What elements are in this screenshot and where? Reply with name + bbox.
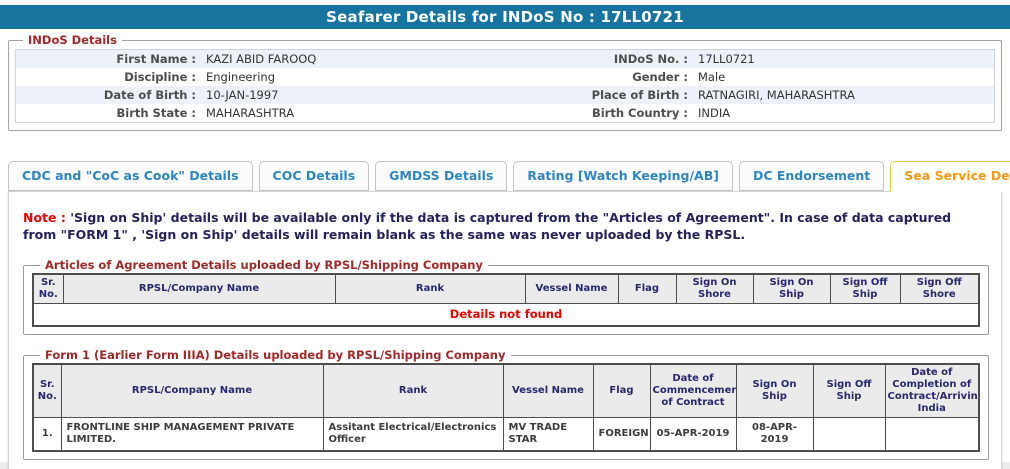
tab-content-panel: Note : 'Sign on Ship' details will be av… bbox=[8, 191, 1002, 469]
column-header-rank: Rank bbox=[335, 274, 525, 304]
column-header-sign-off-ship: Sign Off Ship bbox=[830, 274, 900, 304]
date-of-birth-label: Date of Birth : bbox=[16, 86, 196, 104]
indos-details-box: First Name : KAZI ABID FAROOQ INDoS No. … bbox=[15, 49, 995, 123]
birth-state-value: MAHARASHTRA bbox=[196, 104, 502, 122]
birth-country-label: Birth Country : bbox=[502, 104, 688, 122]
column-header-sign-off-shore: Sign Off Shore bbox=[900, 274, 979, 304]
form1-section: Form 1 (Earlier Form IIIA) Details uploa… bbox=[23, 348, 989, 460]
articles-of-agreement-legend: Articles of Agreement Details uploaded b… bbox=[40, 258, 488, 272]
column-header-vessel: Vessel Name bbox=[525, 274, 618, 304]
first-name-label: First Name : bbox=[16, 50, 196, 68]
note-prefix: Note : bbox=[23, 210, 66, 225]
cell-rank: Assitant Electrical/Electronics Officer bbox=[323, 418, 503, 452]
column-header-company: RPSL/Company Name bbox=[61, 364, 323, 418]
birth-state-label: Birth State : bbox=[16, 104, 196, 122]
column-header-sign-on-ship: Sign On Ship bbox=[753, 274, 830, 304]
cell-sign-off-ship bbox=[813, 418, 885, 452]
discipline-label: Discipline : bbox=[16, 68, 196, 86]
gender-label: Gender : bbox=[502, 68, 688, 86]
indos-row: Discipline : Engineering Gender : Male bbox=[16, 68, 994, 86]
tab-coc-details[interactable]: COC Details bbox=[259, 161, 370, 191]
table-header-row: Sr. No. RPSL/Company Name Rank Vessel Na… bbox=[33, 364, 979, 418]
articles-of-agreement-table: Sr. No. RPSL/Company Name Rank Vessel Na… bbox=[32, 273, 980, 327]
tab-dc-endorsement[interactable]: DC Endorsement bbox=[739, 161, 884, 191]
column-header-date-commencement: Date of Commencement of Contract bbox=[650, 364, 736, 418]
cell-date-commencement: 05-APR-2019 bbox=[650, 418, 736, 452]
tab-gmdss-details[interactable]: GMDSS Details bbox=[375, 161, 507, 191]
column-header-flag: Flag bbox=[593, 364, 650, 418]
indos-details-section: INDoS Details First Name : KAZI ABID FAR… bbox=[8, 33, 1002, 131]
form1-legend: Form 1 (Earlier Form IIIA) Details uploa… bbox=[40, 348, 511, 362]
tab-sea-service-details[interactable]: Sea Service Details bbox=[890, 161, 1010, 192]
column-header-date-completion: Date of Completion of Contract/Arriving … bbox=[885, 364, 979, 418]
note-body: 'Sign on Ship' details will be available… bbox=[23, 210, 951, 242]
indos-details-legend: INDoS Details bbox=[23, 33, 122, 47]
cell-sign-on-ship: 08-APR-2019 bbox=[736, 418, 813, 452]
indos-no-label: INDoS No. : bbox=[502, 50, 688, 68]
table-header-row: Sr. No. RPSL/Company Name Rank Vessel Na… bbox=[33, 274, 979, 304]
articles-of-agreement-section: Articles of Agreement Details uploaded b… bbox=[23, 258, 989, 335]
column-header-sr-no: Sr. No. bbox=[33, 364, 61, 418]
indos-no-value: 17LL0721 bbox=[688, 50, 994, 68]
cell-sr-no: 1. bbox=[33, 418, 61, 452]
column-header-flag: Flag bbox=[618, 274, 676, 304]
note-text: Note : 'Sign on Ship' details will be av… bbox=[15, 200, 995, 245]
cell-company: FRONTLINE SHIP MANAGEMENT PRIVATE LIMITE… bbox=[61, 418, 323, 452]
cell-vessel: MV TRADE STAR bbox=[503, 418, 593, 452]
cell-flag: FOREIGN bbox=[593, 418, 650, 452]
discipline-value: Engineering bbox=[196, 68, 502, 86]
place-of-birth-label: Place of Birth : bbox=[502, 86, 688, 104]
date-of-birth-value: 10-JAN-1997 bbox=[196, 86, 502, 104]
form1-table: Sr. No. RPSL/Company Name Rank Vessel Na… bbox=[32, 363, 980, 452]
table-row: 1. FRONTLINE SHIP MANAGEMENT PRIVATE LIM… bbox=[33, 418, 979, 452]
tab-bar: CDC and "CoC as Cook" Details COC Detail… bbox=[8, 161, 1010, 191]
column-header-company: RPSL/Company Name bbox=[63, 274, 335, 304]
empty-message: Details not found bbox=[33, 304, 979, 327]
page-title: Seafarer Details for INDoS No : 17LL0721 bbox=[326, 8, 684, 26]
indos-row: Birth State : MAHARASHTRA Birth Country … bbox=[16, 104, 994, 122]
column-header-rank: Rank bbox=[323, 364, 503, 418]
indos-row: First Name : KAZI ABID FAROOQ INDoS No. … bbox=[16, 50, 994, 68]
column-header-sign-on-ship: Sign On Ship bbox=[736, 364, 813, 418]
column-header-sign-off-ship: Sign Off Ship bbox=[813, 364, 885, 418]
table-row: Details not found bbox=[33, 304, 979, 327]
cell-date-completion bbox=[885, 418, 979, 452]
place-of-birth-value: RATNAGIRI, MAHARASHTRA bbox=[688, 86, 994, 104]
column-header-vessel: Vessel Name bbox=[503, 364, 593, 418]
gender-value: Male bbox=[688, 68, 994, 86]
first-name-value: KAZI ABID FAROOQ bbox=[196, 50, 502, 68]
column-header-sign-on-shore: Sign On Shore bbox=[676, 274, 753, 304]
column-header-sr-no: Sr. No. bbox=[33, 274, 63, 304]
birth-country-value: INDIA bbox=[688, 104, 994, 122]
page-title-bar: Seafarer Details for INDoS No : 17LL0721 bbox=[0, 5, 1010, 29]
tab-rating-watch-keeping-ab[interactable]: Rating [Watch Keeping/AB] bbox=[513, 161, 733, 191]
tab-cdc-coc-as-cook-details[interactable]: CDC and "CoC as Cook" Details bbox=[8, 161, 253, 191]
seafarer-details-page: Seafarer Details for INDoS No : 17LL0721… bbox=[0, 0, 1010, 469]
indos-row: Date of Birth : 10-JAN-1997 Place of Bir… bbox=[16, 86, 994, 104]
